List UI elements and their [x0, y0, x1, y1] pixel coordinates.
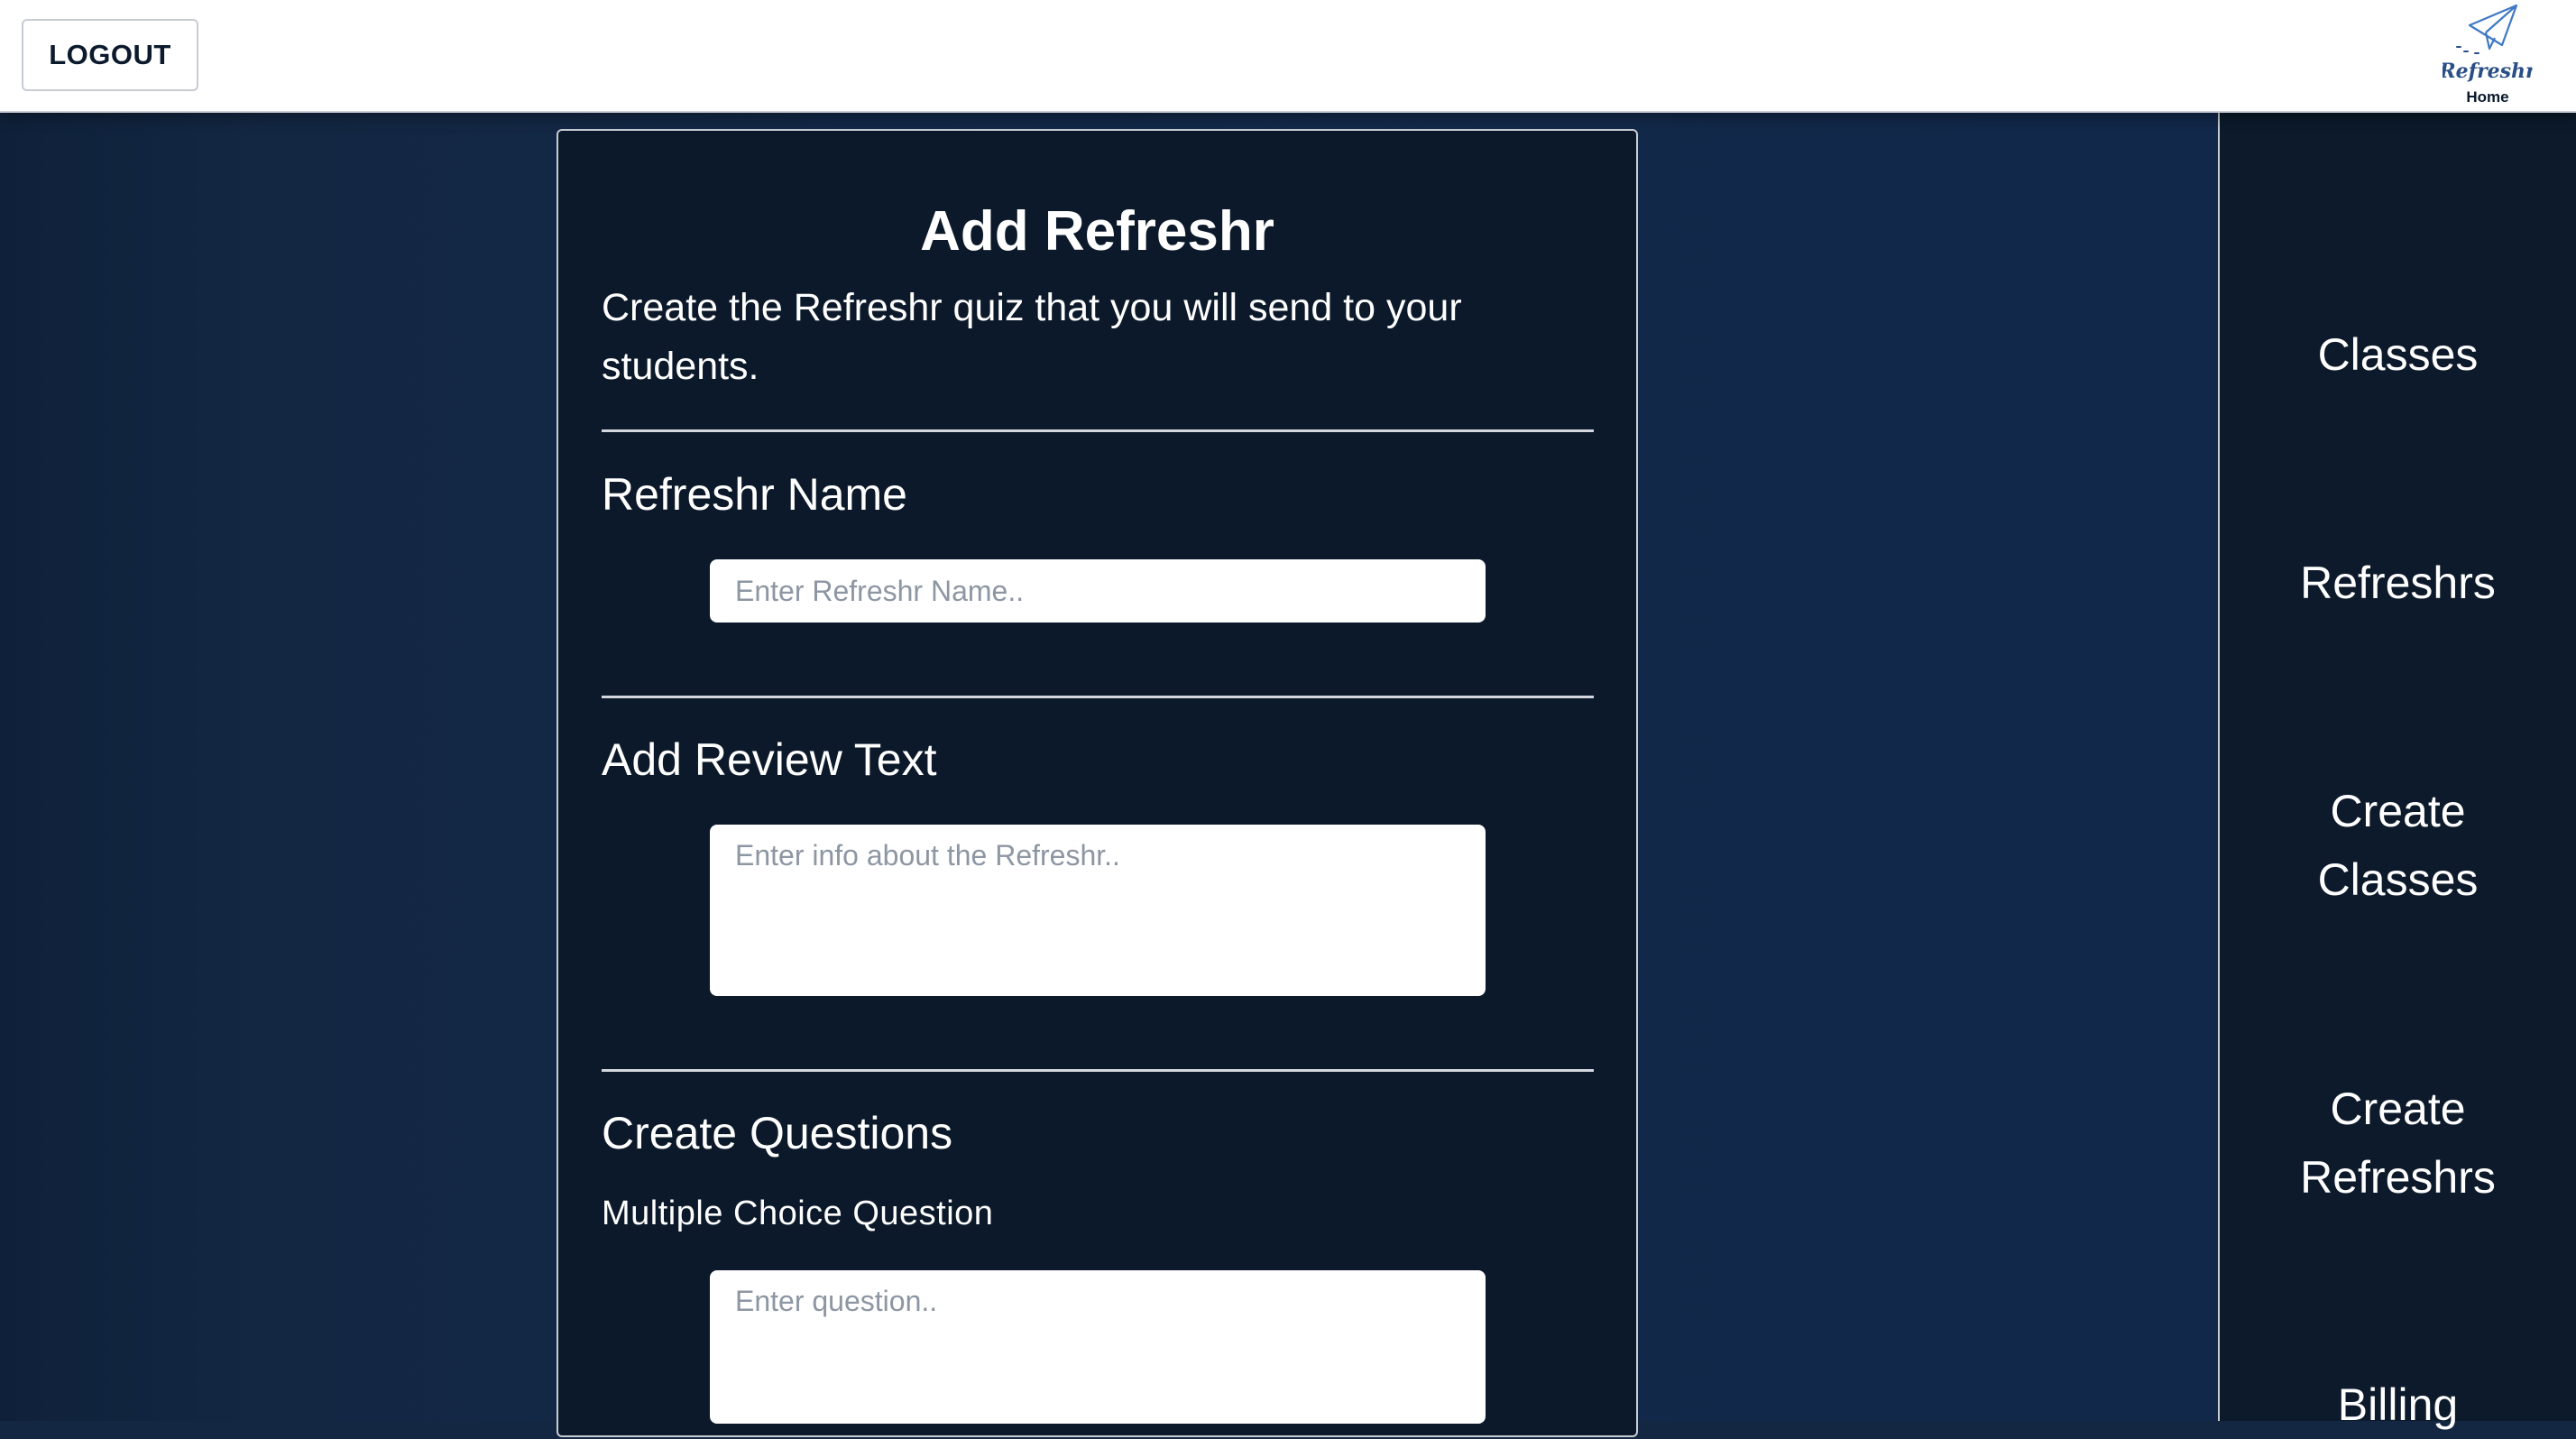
question-type-label: Multiple Choice Question: [602, 1195, 994, 1232]
sidebar-item-create-classes[interactable]: Create Classes: [2220, 777, 2576, 914]
home-link[interactable]: Refreshr Home: [2435, 0, 2540, 113]
logout-button[interactable]: LOGOUT: [22, 19, 198, 91]
review-text-label: Add Review Text: [602, 734, 937, 785]
create-questions-label: Create Questions: [602, 1108, 953, 1158]
sidebar-nav: Classes Refreshrs Create Classes Create …: [2218, 113, 2576, 1430]
logo-wordmark: Refreshr: [2443, 60, 2533, 83]
question-input[interactable]: [710, 1270, 1486, 1424]
home-label: Home: [2466, 88, 2509, 106]
sidebar-item-classes[interactable]: Classes: [2220, 320, 2576, 389]
page-title: Add Refreshr: [920, 200, 1274, 263]
refreshr-name-label: Refreshr Name: [602, 469, 907, 520]
sidebar-item-refreshrs[interactable]: Refreshrs: [2220, 549, 2576, 617]
refreshr-name-input[interactable]: [710, 559, 1486, 623]
add-refreshr-card: Add Refreshr Create the Refreshr quiz th…: [557, 129, 1638, 1437]
page-description: Create the Refreshr quiz that you will s…: [602, 286, 1462, 388]
sidebar-item-billing[interactable]: Billing: [2220, 1370, 2576, 1439]
speed-lines-icon: [2456, 46, 2479, 54]
review-text-input[interactable]: [710, 825, 1486, 996]
paper-plane-icon: [2468, 4, 2518, 51]
refreshr-logo-icon: Refreshr: [2443, 4, 2533, 83]
top-navbar: LOGOUT Refreshr Home: [0, 0, 2576, 113]
section-divider: [602, 1069, 1594, 1072]
section-divider: [602, 429, 1594, 432]
section-divider: [602, 696, 1594, 698]
sidebar-item-create-refreshrs[interactable]: Create Refreshrs: [2220, 1075, 2576, 1212]
